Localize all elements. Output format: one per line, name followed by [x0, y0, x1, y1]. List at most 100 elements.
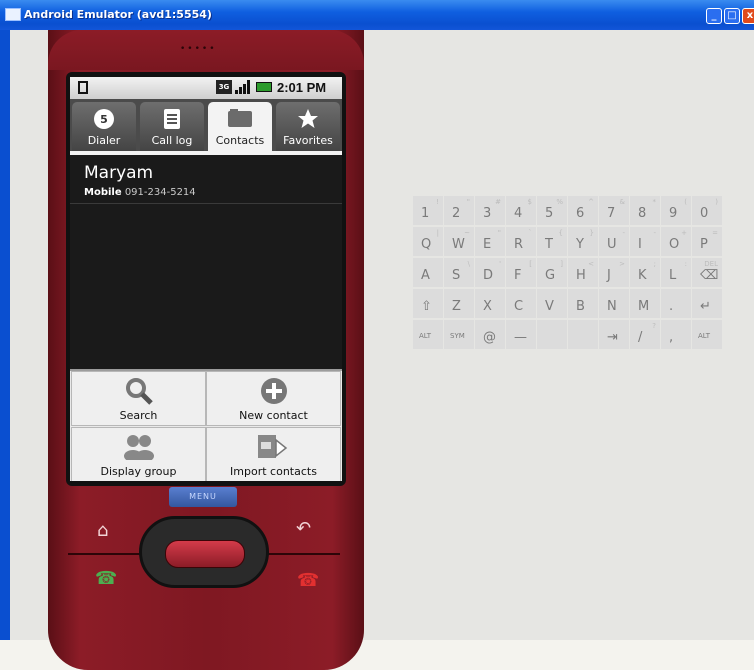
key[interactable]: ⌫ DEL: [692, 258, 722, 287]
key[interactable]: R `: [506, 227, 536, 256]
key[interactable]: L:: [661, 258, 691, 287]
key[interactable]: ALT: [413, 320, 443, 349]
key[interactable]: 2 ": [444, 196, 474, 225]
key[interactable]: 7 &: [599, 196, 629, 225]
key[interactable]: V: [537, 289, 567, 318]
key[interactable]: ,: [661, 320, 691, 349]
tab-contacts[interactable]: Contacts: [208, 102, 272, 151]
key[interactable]: SYM: [444, 320, 474, 349]
key[interactable]: Q |: [413, 227, 443, 256]
key-shift-label: [: [529, 260, 532, 268]
key[interactable]: ⇧: [413, 289, 443, 318]
back-button-icon[interactable]: ↶: [296, 520, 311, 538]
key[interactable]: .: [661, 289, 691, 318]
key[interactable]: W ~: [444, 227, 474, 256]
home-button-icon[interactable]: ⌂: [97, 522, 108, 540]
call-button-icon[interactable]: ☎: [95, 570, 117, 588]
trackball[interactable]: [165, 540, 245, 568]
phone-screen: 3G 2:01 PM 5 Dialer Call log Contacts Fa…: [70, 77, 342, 481]
key-label: ↵: [700, 299, 711, 314]
key[interactable]: 3 #: [475, 196, 505, 225]
key-label: ⇧: [421, 299, 432, 314]
tab-dialer[interactable]: 5 Dialer: [72, 102, 136, 151]
key-label: 2: [452, 206, 461, 221]
key[interactable]: A: [413, 258, 443, 287]
key[interactable]: Y}: [568, 227, 598, 256]
key[interactable]: D ': [475, 258, 505, 287]
key[interactable]: ALT: [692, 320, 722, 349]
key[interactable]: N: [599, 289, 629, 318]
key-shift-label: ": [466, 198, 470, 206]
key[interactable]: 9(: [661, 196, 691, 225]
key[interactable]: [537, 320, 567, 349]
key[interactable]: 5%: [537, 196, 567, 225]
menu-new-contact[interactable]: New contact: [206, 371, 341, 426]
key-label: ALT: [698, 332, 711, 340]
key-label: 0: [700, 206, 709, 221]
key[interactable]: /?: [630, 320, 660, 349]
menu-button[interactable]: MENU: [169, 487, 237, 507]
key-shift-label: }: [589, 229, 594, 237]
key-label: V: [545, 299, 554, 314]
key[interactable]: 4 $: [506, 196, 536, 225]
key[interactable]: E ": [475, 227, 505, 256]
key[interactable]: I-: [630, 227, 660, 256]
search-icon: [125, 378, 153, 405]
key[interactable]: U-: [599, 227, 629, 256]
key[interactable]: O +: [661, 227, 691, 256]
key-label: @: [483, 330, 496, 345]
menu-search[interactable]: Search: [71, 371, 206, 426]
key[interactable]: @: [475, 320, 505, 349]
key-label: D: [483, 268, 494, 283]
key[interactable]: 0): [692, 196, 722, 225]
maximize-button[interactable]: □: [724, 8, 740, 24]
key[interactable]: C: [506, 289, 536, 318]
key[interactable]: ↵: [692, 289, 722, 318]
key[interactable]: G]: [537, 258, 567, 287]
key-shift-label: %: [556, 198, 563, 206]
key-label: M: [638, 299, 650, 314]
key[interactable]: H <: [568, 258, 598, 287]
key[interactable]: 8 *: [630, 196, 660, 225]
key[interactable]: [568, 320, 598, 349]
options-menu: Search New contact Display group Import …: [70, 369, 342, 481]
key[interactable]: F[: [506, 258, 536, 287]
key[interactable]: 6 ^: [568, 196, 598, 225]
key-shift-label: >: [619, 260, 625, 268]
key-shift-label: ~: [464, 229, 470, 237]
key[interactable]: J >: [599, 258, 629, 287]
key[interactable]: M: [630, 289, 660, 318]
key[interactable]: T{: [537, 227, 567, 256]
key-label: SYM: [450, 332, 465, 340]
key-shift-label: ?: [652, 322, 656, 330]
key[interactable]: ⇥: [599, 320, 629, 349]
end-call-button-icon[interactable]: ☎: [297, 572, 319, 590]
key-shift-label: `: [528, 229, 533, 237]
minimize-button[interactable]: _: [706, 8, 722, 24]
menu-import-contacts[interactable]: Import contacts: [206, 427, 341, 481]
key-shift-label: ^: [588, 198, 594, 206]
tab-favorites[interactable]: Favorites: [276, 102, 340, 151]
close-button[interactable]: x: [742, 8, 754, 24]
tab-call-log[interactable]: Call log: [140, 102, 204, 151]
key[interactable]: X: [475, 289, 505, 318]
key-label: 4: [514, 206, 523, 221]
key[interactable]: 1!: [413, 196, 443, 225]
contact-list-item[interactable]: Maryam Mobile 091-234-5214: [70, 155, 342, 204]
status-bar: 3G 2:01 PM: [70, 77, 342, 99]
key-shift-label: DEL: [704, 260, 718, 268]
key-label: P: [700, 237, 708, 252]
key[interactable]: —: [506, 320, 536, 349]
key[interactable]: Z: [444, 289, 474, 318]
key[interactable]: P =: [692, 227, 722, 256]
emulator-keyboard: 1! 2 " 3 #4 $5% 6 ^ 7 & 8 * 9(0) Q | W ~ E " R ` T{Y} U - I - O + P =…: [413, 196, 722, 349]
key-label: 5: [545, 206, 554, 221]
key[interactable]: K;: [630, 258, 660, 287]
key[interactable]: S \: [444, 258, 474, 287]
key-shift-label: =: [712, 229, 718, 237]
key-shift-label: #: [495, 198, 501, 206]
key-label: H: [576, 268, 586, 283]
key[interactable]: B: [568, 289, 598, 318]
key-shift-label: {: [558, 229, 563, 237]
menu-display-group[interactable]: Display group: [71, 427, 206, 481]
